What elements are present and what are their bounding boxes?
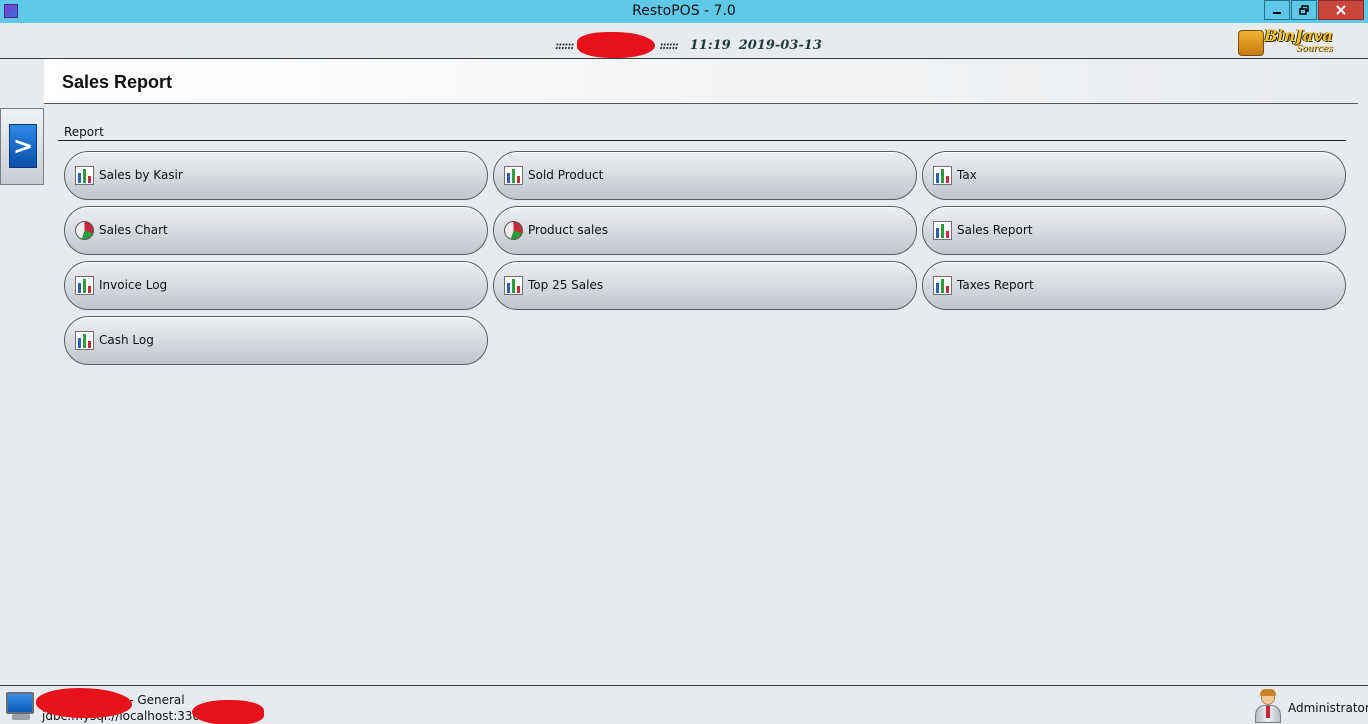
minimize-icon bbox=[1273, 12, 1281, 14]
report-button-label: Taxes Report bbox=[957, 278, 1034, 292]
close-button[interactable] bbox=[1318, 0, 1364, 20]
report-button[interactable]: Product sales bbox=[493, 206, 917, 255]
report-button-label: Invoice Log bbox=[99, 278, 168, 292]
report-button-label: Sold Product bbox=[528, 168, 604, 182]
group-divider bbox=[58, 140, 1346, 141]
clock-date: 2019-03-13 bbox=[738, 37, 822, 53]
bar-chart-icon bbox=[75, 276, 94, 295]
chevron-right-icon: > bbox=[9, 124, 37, 168]
monitor-stand bbox=[12, 714, 30, 720]
report-button-label: Sales by Kasir bbox=[99, 168, 183, 182]
info-bar: :::::: :::::: 11:19 2019-03-13 BinJava S… bbox=[0, 23, 1368, 59]
status-bar: a - General jdbc:mysql://localhost:3306/… bbox=[0, 685, 1368, 724]
report-button-label: Product sales bbox=[528, 223, 608, 237]
monitor-icon bbox=[6, 692, 34, 714]
coffee-icon bbox=[1238, 30, 1264, 56]
bar-chart-icon bbox=[933, 221, 952, 240]
bar-chart-icon bbox=[933, 276, 952, 295]
group-label: Report bbox=[64, 125, 104, 139]
redaction-mark bbox=[192, 700, 264, 724]
report-button[interactable]: Top 25 Sales bbox=[493, 261, 917, 310]
pie-chart-icon bbox=[504, 221, 523, 240]
report-button[interactable]: Sales Report bbox=[922, 206, 1346, 255]
bar-chart-icon bbox=[933, 166, 952, 185]
current-user: Administrator bbox=[1288, 701, 1368, 715]
report-button[interactable]: Cash Log bbox=[64, 316, 488, 365]
report-button-label: Top 25 Sales bbox=[528, 278, 604, 292]
bar-chart-icon bbox=[75, 166, 94, 185]
close-icon bbox=[1336, 5, 1346, 15]
report-button-label: Tax bbox=[957, 168, 977, 182]
report-button[interactable]: Sold Product bbox=[493, 151, 917, 200]
restore-icon bbox=[1299, 5, 1309, 15]
pie-chart-icon bbox=[75, 221, 94, 240]
bar-chart-icon bbox=[504, 166, 523, 185]
page-title: Sales Report bbox=[62, 72, 173, 92]
clock-time: 11:19 bbox=[689, 37, 731, 53]
report-button[interactable]: Tax bbox=[922, 151, 1346, 200]
restore-button[interactable] bbox=[1291, 0, 1317, 20]
redaction-mark bbox=[577, 32, 656, 58]
clock-dots-left: :::::: bbox=[555, 38, 574, 52]
report-button-label: Cash Log bbox=[99, 333, 154, 347]
clock-dots-right: :::::: bbox=[659, 38, 678, 52]
redaction-mark bbox=[36, 688, 132, 718]
window-titlebar[interactable]: RestoPOS - 7.0 bbox=[0, 0, 1368, 23]
brand-sub: Sources bbox=[1296, 44, 1333, 54]
report-button[interactable]: Sales Chart bbox=[64, 206, 488, 255]
window-title: RestoPOS - 7.0 bbox=[632, 3, 736, 19]
report-button-label: Sales Report bbox=[957, 223, 1033, 237]
user-icon bbox=[1254, 689, 1282, 723]
bar-chart-icon bbox=[75, 331, 94, 350]
brand-name: BinJava bbox=[1264, 26, 1333, 45]
report-button[interactable]: Sales by Kasir bbox=[64, 151, 488, 200]
report-button[interactable]: Invoice Log bbox=[64, 261, 488, 310]
page-header: Sales Report bbox=[44, 59, 1358, 104]
report-button[interactable]: Taxes Report bbox=[922, 261, 1346, 310]
minimize-button[interactable] bbox=[1264, 0, 1290, 20]
bar-chart-icon bbox=[504, 276, 523, 295]
clock: :::::: :::::: 11:19 2019-03-13 bbox=[555, 32, 822, 58]
report-button-label: Sales Chart bbox=[99, 223, 168, 237]
brand-logo: BinJava Sources bbox=[1238, 26, 1338, 58]
sidebar-toggle-button[interactable]: > bbox=[0, 108, 44, 185]
